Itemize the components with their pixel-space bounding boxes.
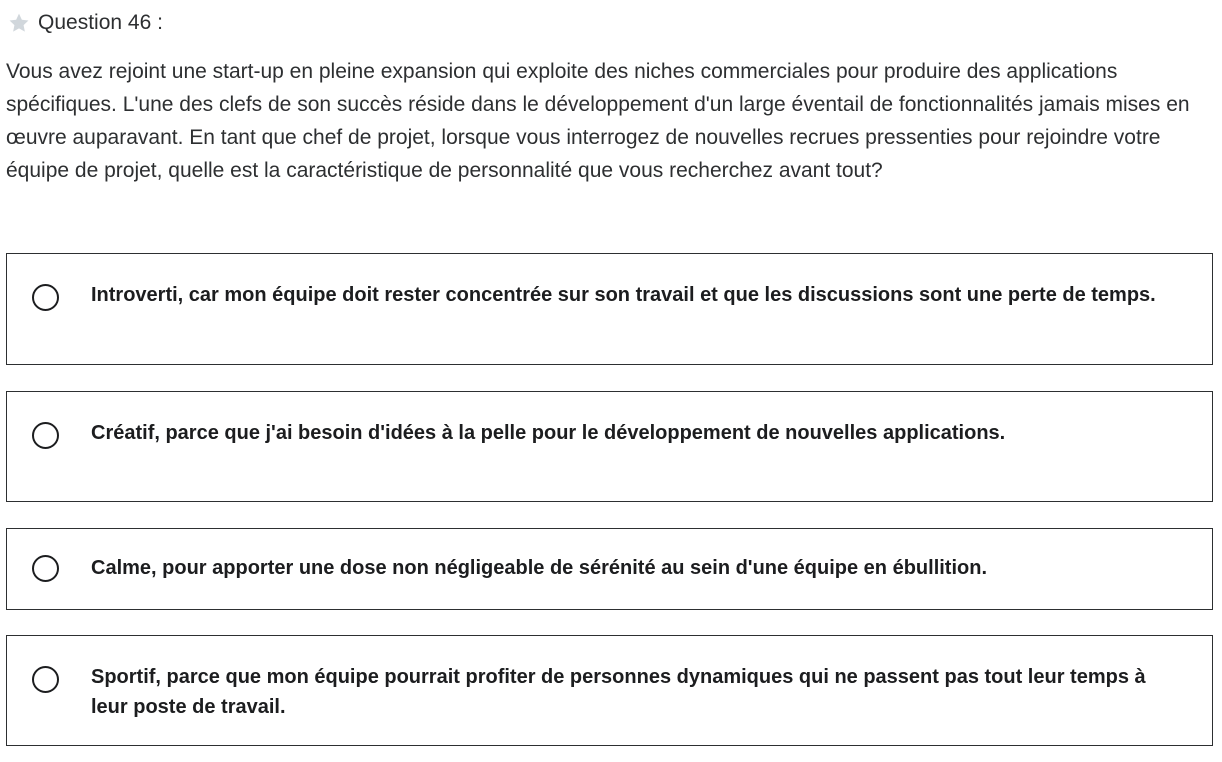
radio-button[interactable] bbox=[32, 284, 59, 311]
question-number: Question 46 : bbox=[38, 11, 163, 34]
star-icon[interactable] bbox=[6, 10, 32, 36]
answer-option-3[interactable]: Calme, pour apporter une dose non néglig… bbox=[6, 528, 1213, 610]
answer-option-4[interactable]: Sportif, parce que mon équipe pourrait p… bbox=[6, 635, 1213, 746]
question-text: Vous avez rejoint une start-up en pleine… bbox=[6, 60, 1190, 182]
answer-option-1[interactable]: Introverti, car mon équipe doit rester c… bbox=[6, 253, 1213, 365]
radio-button[interactable] bbox=[32, 666, 59, 693]
question-header: Question 46 : bbox=[6, 10, 163, 36]
radio-button[interactable] bbox=[32, 555, 59, 582]
answer-label: Sportif, parce que mon équipe pourrait p… bbox=[91, 666, 1146, 718]
answer-option-2[interactable]: Créatif, parce que j'ai besoin d'idées à… bbox=[6, 391, 1213, 502]
answer-label: Calme, pour apporter une dose non néglig… bbox=[91, 557, 988, 579]
answer-label: Introverti, car mon équipe doit rester c… bbox=[91, 284, 1156, 306]
radio-button[interactable] bbox=[32, 422, 59, 449]
answer-label: Créatif, parce que j'ai besoin d'idées à… bbox=[91, 422, 1006, 444]
